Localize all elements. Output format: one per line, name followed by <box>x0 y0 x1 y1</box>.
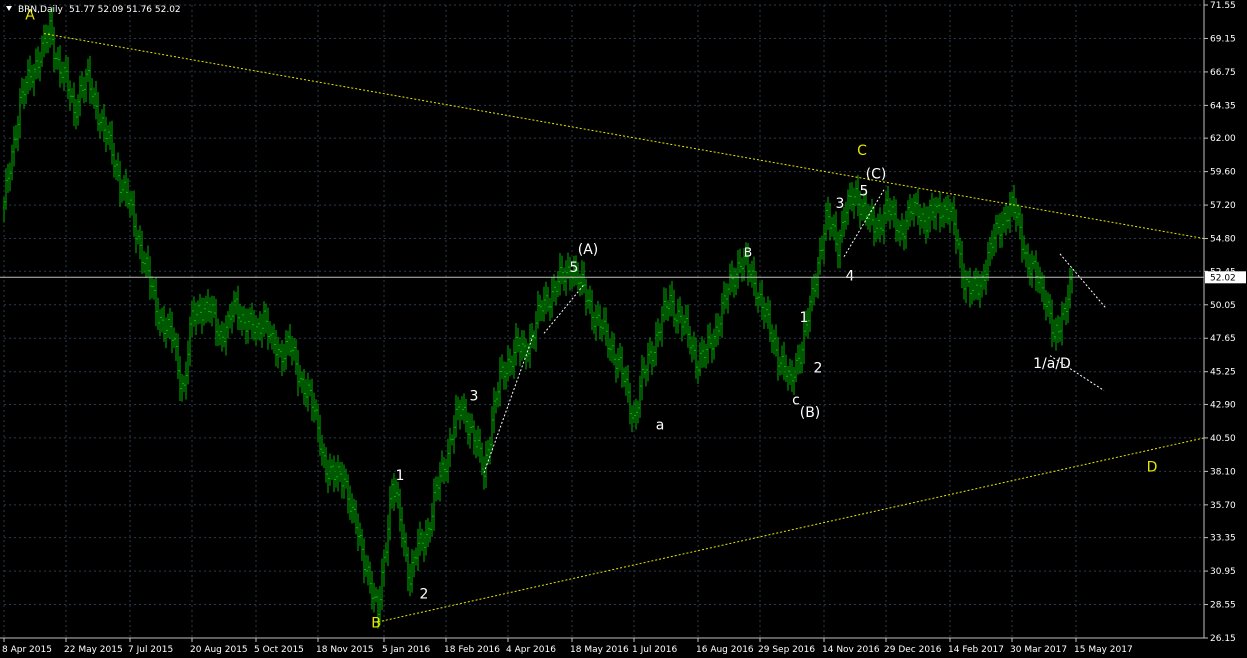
time-tick-label: 14 Feb 2017 <box>948 645 1004 655</box>
wave-label[interactable]: D <box>1147 459 1158 475</box>
time-tick-label: 30 Mar 2017 <box>1010 645 1067 655</box>
time-tick-label: 16 Aug 2016 <box>696 645 754 655</box>
price-tick-label: 47.65 <box>1210 334 1236 344</box>
time-tick-label: 1 Jul 2016 <box>632 645 677 655</box>
wave-label[interactable]: (A) <box>578 242 599 258</box>
price-tick-label: 54.80 <box>1210 235 1236 245</box>
symbol-label: BRN,Daily <box>18 5 63 15</box>
wave-label[interactable]: 2 <box>420 586 429 602</box>
price-tick-label: 40.50 <box>1210 434 1236 444</box>
wave-label[interactable]: 3 <box>836 196 845 212</box>
price-chart[interactable]: ABCD1235(A)aB12c(B)345(C)1/a/D 71.5569.1… <box>0 0 1247 658</box>
price-tick-label: 30.95 <box>1210 567 1236 577</box>
wave-label[interactable]: B <box>744 246 752 260</box>
price-tick-label: 33.35 <box>1210 534 1236 544</box>
price-tick-label: 69.15 <box>1210 34 1236 44</box>
time-tick-label: 4 Apr 2016 <box>506 645 556 655</box>
wave-label[interactable]: 5 <box>570 260 579 276</box>
price-tick-label: 66.75 <box>1210 68 1236 78</box>
wave-label[interactable]: B <box>371 616 381 632</box>
time-tick-label: 14 Nov 2016 <box>822 645 880 655</box>
wave-label[interactable]: c <box>792 392 800 408</box>
ohlc-header: 51.77 52.09 51.76 52.02 <box>69 5 181 15</box>
price-tick-label: 57.20 <box>1210 201 1236 211</box>
time-tick-label: 18 Feb 2016 <box>444 645 500 655</box>
price-tick-label: 38.10 <box>1210 467 1236 477</box>
time-tick-label: 8 Apr 2015 <box>2 645 52 655</box>
price-tick-label: 28.55 <box>1210 601 1236 611</box>
price-tick-label: 26.15 <box>1210 634 1236 644</box>
wave-label[interactable]: a <box>656 418 665 434</box>
wave-label[interactable]: 5 <box>860 183 869 199</box>
time-tick-label: 22 May 2015 <box>64 645 123 655</box>
time-tick-label: 20 Aug 2015 <box>190 645 248 655</box>
time-tick-label: 7 Jul 2015 <box>128 645 173 655</box>
price-tick-label: 42.90 <box>1210 400 1236 410</box>
time-tick-label: 15 May 2017 <box>1074 645 1133 655</box>
wave-label[interactable]: C <box>857 143 867 159</box>
wave-label[interactable]: 3 <box>470 388 479 404</box>
time-tick-label: 18 May 2016 <box>570 645 629 655</box>
wave-label[interactable]: 1 <box>396 468 405 484</box>
price-tick-label: 59.60 <box>1210 168 1236 178</box>
chart-title: BRN,Daily 51.77 52.09 51.76 52.02 <box>6 5 181 15</box>
price-tick-label: 71.55 <box>1210 1 1236 11</box>
wave-label[interactable]: (B) <box>800 405 821 421</box>
price-tick-label: 35.70 <box>1210 501 1236 511</box>
wave-label[interactable]: 1/a/D <box>1033 356 1071 372</box>
time-tick-label: 5 Jan 2016 <box>382 645 430 655</box>
time-tick-label: 5 Oct 2015 <box>254 645 304 655</box>
price-tick-label: 50.05 <box>1210 301 1236 311</box>
price-tick-label: 62.00 <box>1210 134 1236 144</box>
price-tick-label: 64.35 <box>1210 101 1236 111</box>
wave-label[interactable]: 2 <box>814 360 823 376</box>
wave-label[interactable]: (C) <box>866 167 887 183</box>
wave-label[interactable]: 4 <box>846 268 855 284</box>
wave-label[interactable]: 1 <box>800 310 809 326</box>
time-tick-label: 29 Sep 2016 <box>758 645 815 655</box>
last-price-label: 52.02 <box>1210 273 1236 283</box>
price-tick-label: 45.25 <box>1210 368 1236 378</box>
time-tick-label: 29 Dec 2016 <box>884 645 942 655</box>
time-tick-label: 18 Nov 2015 <box>316 645 374 655</box>
